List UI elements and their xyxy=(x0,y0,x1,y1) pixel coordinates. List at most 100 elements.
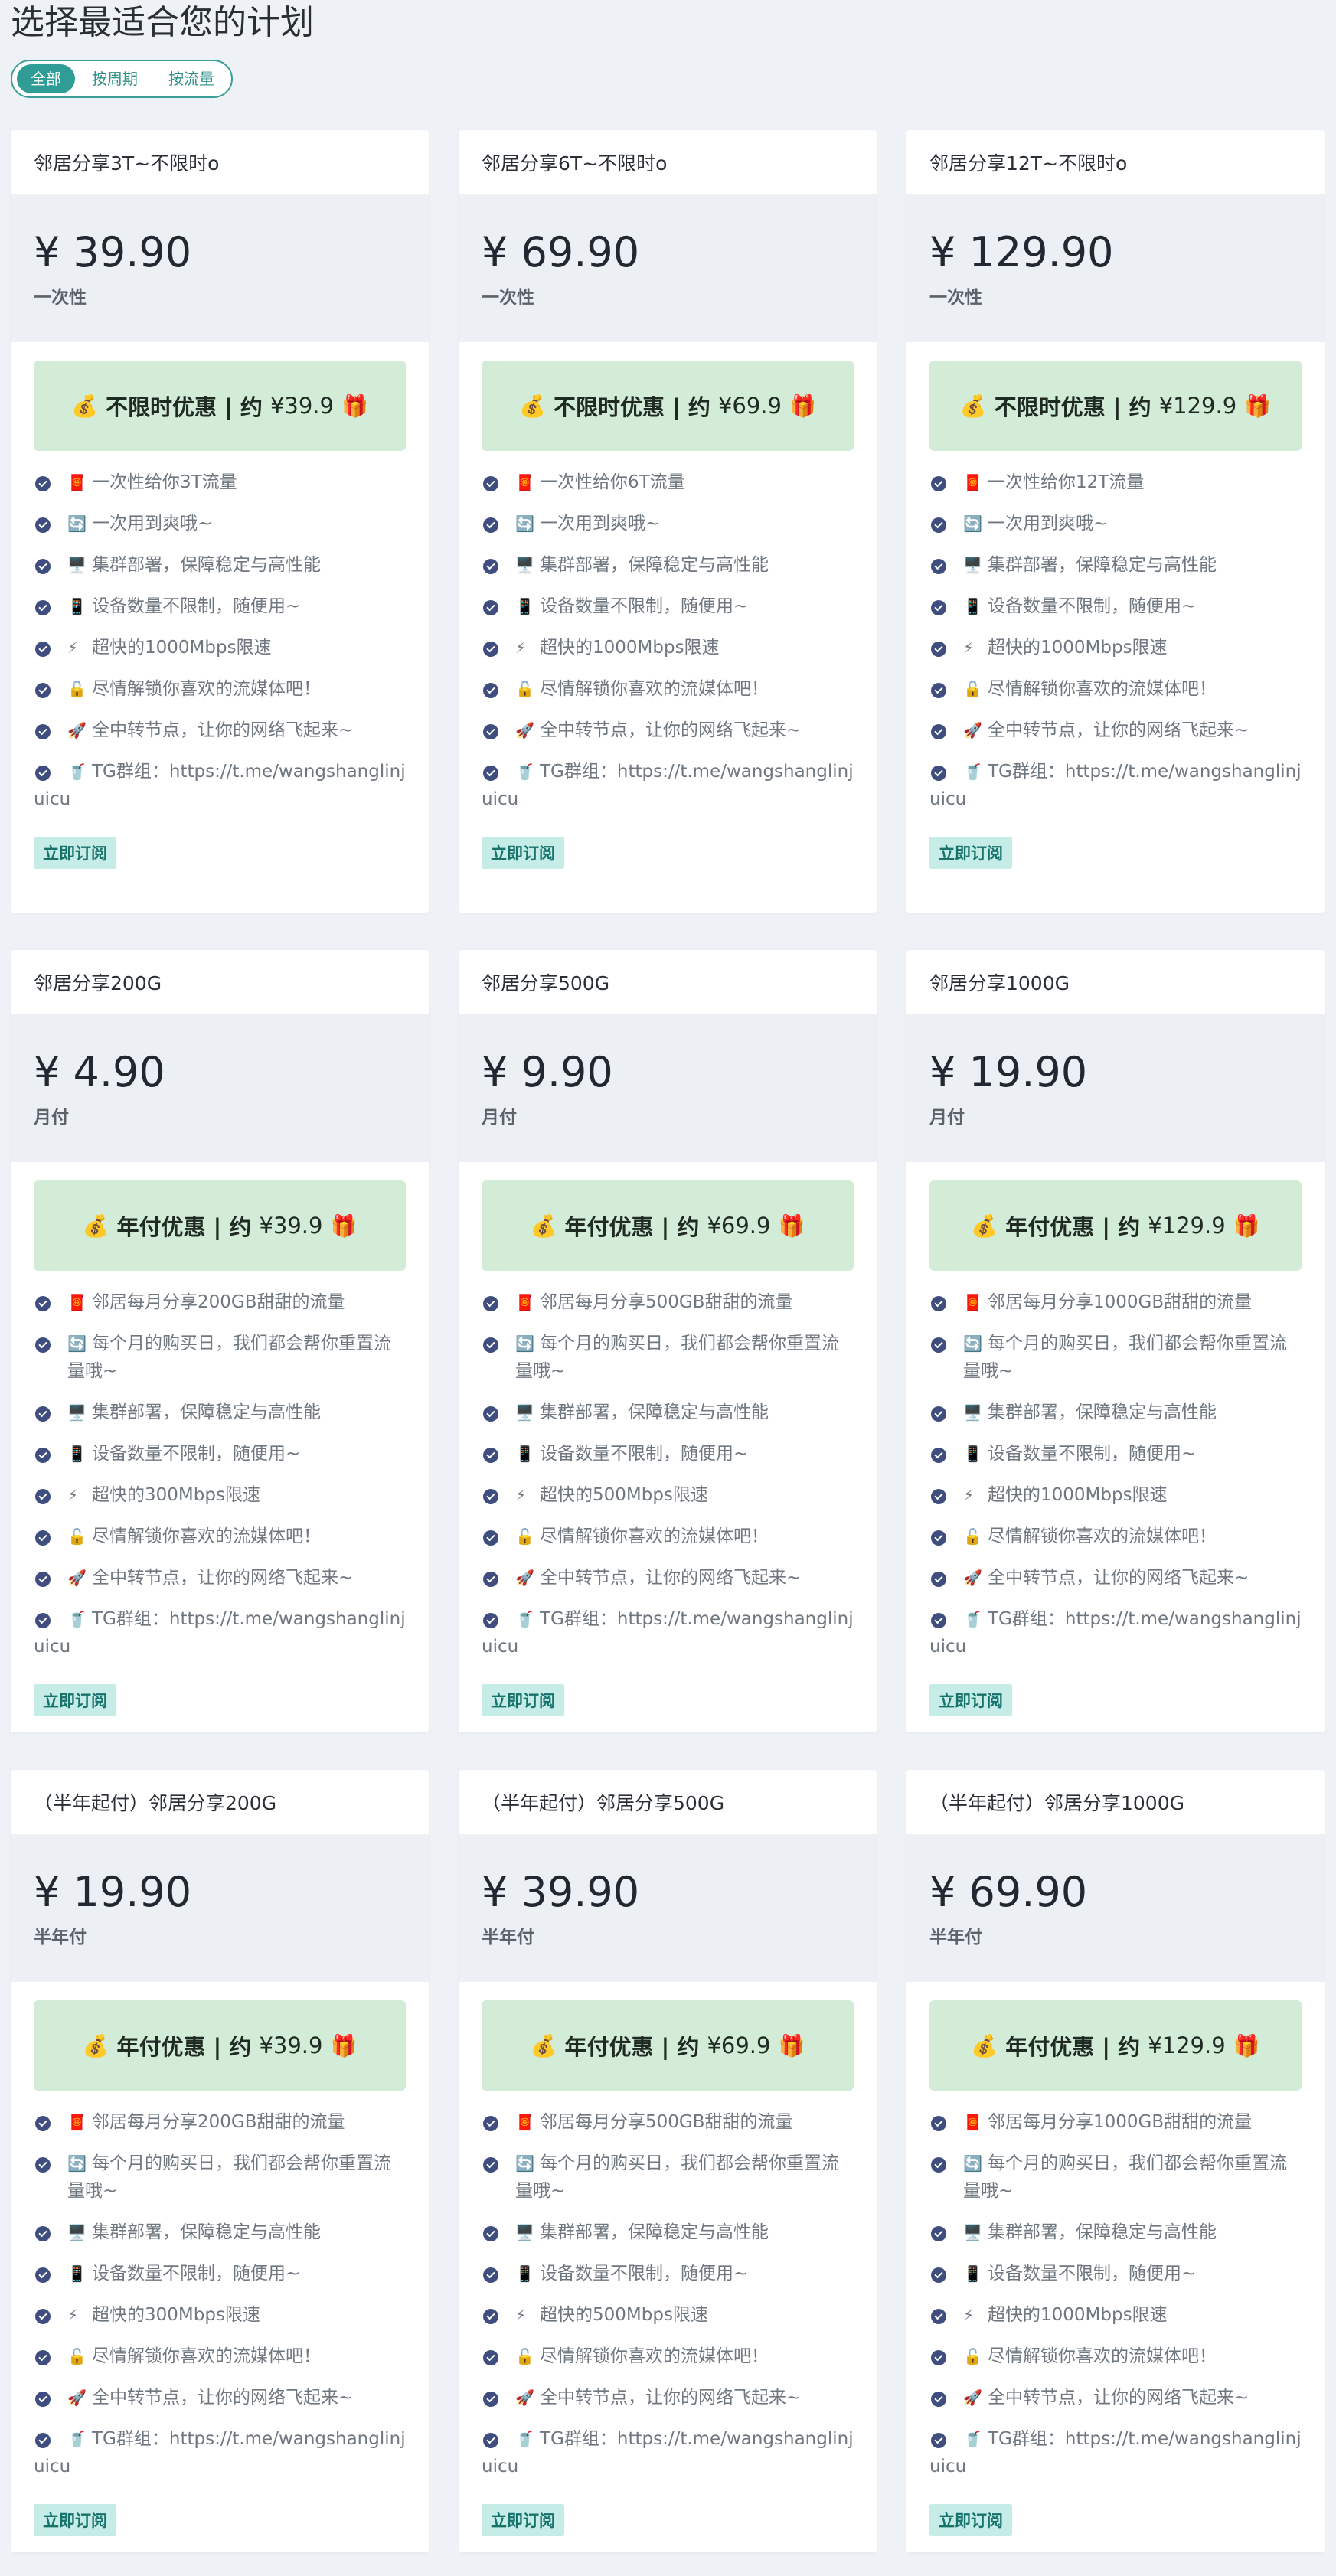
rocket-icon: 🚀 xyxy=(515,1569,534,1587)
check-circle-icon xyxy=(35,476,51,491)
feature-item: 📱 设备数量不限制，随便用~ xyxy=(929,2253,1302,2294)
refresh-icon: 🔄 xyxy=(515,1334,534,1353)
feature-item: ⚡ 超快的1000Mbps限速 xyxy=(929,627,1302,668)
red-envelope-icon: 🧧 xyxy=(963,2113,982,2131)
feature-item: 📱 设备数量不限制，随便用~ xyxy=(929,1433,1302,1474)
feature-item: 🔄 每个月的购买日，我们都会帮你重置流量哦~ xyxy=(482,1323,854,1392)
price-block: ¥ 19.90 月付 xyxy=(906,1015,1325,1162)
check-circle-icon xyxy=(35,2350,51,2365)
plan-body: 💰 年付优惠 | 约 ¥129.9 🎁 🧧 邻居每月分享1000GB甜甜的流量 🔄… xyxy=(906,1162,1325,1716)
check-circle-icon xyxy=(35,1489,51,1504)
plan-period: 月付 xyxy=(34,1108,69,1128)
check-circle-icon xyxy=(483,517,498,533)
feature-text: 集群部署，保障稳定与高性能 xyxy=(92,1402,321,1422)
filter-toggle-group: 全部 按周期 按流量 xyxy=(11,60,233,98)
feature-text: 一次用到爽哦~ xyxy=(540,514,661,534)
promo-amount: ¥39.9 xyxy=(259,2032,323,2059)
check-circle-icon xyxy=(35,2157,51,2173)
plan-body: 💰 不限时优惠 | 约 ¥129.9 🎁 🧧 一次性给你12T流量 🔄 一次用到爽哦… xyxy=(906,342,1325,869)
filter-all[interactable]: 全部 xyxy=(17,64,75,93)
plan-period: 一次性 xyxy=(482,288,534,308)
feature-text: 每个月的购买日，我们都会帮你重置流量哦~ xyxy=(963,1334,1287,1381)
subscribe-button[interactable]: 立即订阅 xyxy=(34,837,116,869)
promo-banner: 💰 年付优惠 | 约 ¥69.9 🎁 xyxy=(482,1180,854,1271)
gift-icon: 🎁 xyxy=(341,393,368,419)
subscribe-button[interactable]: 立即订阅 xyxy=(482,2504,564,2536)
filter-by-traffic[interactable]: 按流量 xyxy=(155,64,228,93)
feature-item: 🔓 尽情解锁你喜欢的流媒体吧！ xyxy=(482,668,854,710)
plan-price: ¥ 19.90 xyxy=(34,1868,192,1916)
check-circle-icon xyxy=(483,2309,498,2324)
check-circle-icon xyxy=(35,1337,51,1353)
drink-icon: 🥤 xyxy=(515,762,534,781)
check-circle-icon xyxy=(483,2433,498,2448)
feature-text: 设备数量不限制，随便用~ xyxy=(988,596,1197,616)
check-circle-icon xyxy=(483,642,498,657)
feature-item: 🚀 全中转节点，让你的网络飞起来~ xyxy=(929,1557,1302,1598)
feature-list: 🧧 一次性给你6T流量 🔄 一次用到爽哦~ 🖥️ 集群部署，保障稳定与高性能 📱 设备数… xyxy=(482,462,854,820)
promo-banner: 💰 不限时优惠 | 约 ¥39.9 🎁 xyxy=(34,361,406,451)
check-circle-icon xyxy=(483,2267,498,2283)
plan-price: ¥ 39.90 xyxy=(34,228,192,276)
subscribe-button[interactable]: 立即订阅 xyxy=(482,1684,564,1716)
filter-by-period[interactable]: 按周期 xyxy=(78,64,152,93)
money-bag-icon: 💰 xyxy=(971,2032,998,2059)
subscribe-button[interactable]: 立即订阅 xyxy=(34,2504,116,2536)
feature-item: 🔄 一次用到爽哦~ xyxy=(34,503,406,544)
feature-item: ⚡ 超快的300Mbps限速 xyxy=(34,2294,406,2336)
money-bag-icon: 💰 xyxy=(530,2032,557,2059)
plan-name: 邻居分享3T~不限时o xyxy=(11,130,429,195)
feature-text: 每个月的购买日，我们都会帮你重置流量哦~ xyxy=(67,2153,391,2201)
feature-item: 🔓 尽情解锁你喜欢的流媒体吧！ xyxy=(34,2336,406,2377)
plan-card: （半年起付）邻居分享500G ¥ 39.90 半年付 💰 年付优惠 | 约 ¥6… xyxy=(459,1770,877,2552)
plan-name: 邻居分享200G xyxy=(11,950,429,1015)
check-circle-icon xyxy=(483,683,498,698)
check-circle-icon xyxy=(483,2392,498,2407)
feature-list: 🧧 邻居每月分享500GB甜甜的流量 🔄 每个月的购买日，我们都会帮你重置流量哦~ … xyxy=(482,1281,854,1667)
promo-banner: 💰 不限时优惠 | 约 ¥129.9 🎁 xyxy=(929,361,1302,451)
subscribe-button[interactable]: 立即订阅 xyxy=(929,837,1012,869)
gift-icon: 🎁 xyxy=(778,1213,805,1239)
feature-item: 📱 设备数量不限制，随便用~ xyxy=(34,1433,406,1474)
check-circle-icon xyxy=(931,559,946,574)
feature-text: 每个月的购买日，我们都会帮你重置流量哦~ xyxy=(515,1334,839,1381)
rocket-icon: 🚀 xyxy=(963,2388,982,2407)
feature-item: 📱 设备数量不限制，随便用~ xyxy=(482,2253,854,2294)
check-circle-icon xyxy=(931,1406,946,1422)
check-circle-icon xyxy=(931,476,946,491)
feature-text: 超快的1000Mbps限速 xyxy=(540,638,720,658)
feature-text: 全中转节点，让你的网络飞起来~ xyxy=(540,2388,802,2408)
feature-item: 📱 设备数量不限制，随便用~ xyxy=(482,586,854,627)
feature-text: 全中转节点，让你的网络飞起来~ xyxy=(92,720,354,740)
promo-amount: ¥129.9 xyxy=(1158,393,1237,419)
plan-body: 💰 不限时优惠 | 约 ¥69.9 🎁 🧧 一次性给你6T流量 🔄 一次用到爽哦~ … xyxy=(459,342,877,869)
lightning-icon: ⚡ xyxy=(963,2306,975,2324)
subscribe-button[interactable]: 立即订阅 xyxy=(929,2504,1012,2536)
server-icon: 🖥️ xyxy=(515,1403,534,1422)
feature-text: 尽情解锁你喜欢的流媒体吧！ xyxy=(988,679,1217,699)
feature-text: 尽情解锁你喜欢的流媒体吧！ xyxy=(92,679,321,699)
subscribe-button[interactable]: 立即订阅 xyxy=(34,1684,116,1716)
money-bag-icon: 💰 xyxy=(71,393,99,419)
phone-icon: 📱 xyxy=(963,597,982,615)
unlock-icon: 🔓 xyxy=(963,680,982,698)
plan-card: 邻居分享1000G ¥ 19.90 月付 💰 年付优惠 | 约 ¥129.9 🎁… xyxy=(906,950,1325,1732)
subscribe-button[interactable]: 立即订阅 xyxy=(482,837,564,869)
drink-icon: 🥤 xyxy=(515,1610,534,1628)
pricing-page: 选择最适合您的计划 全部 按周期 按流量 邻居分享3T~不限时o ¥ 39.90… xyxy=(0,0,1336,2576)
check-circle-icon xyxy=(35,1613,51,1628)
feature-item: 🧧 一次性给你3T流量 xyxy=(34,462,406,503)
plan-name: 邻居分享6T~不限时o xyxy=(459,130,877,195)
refresh-icon: 🔄 xyxy=(515,2154,534,2173)
check-circle-icon xyxy=(483,2350,498,2365)
phone-icon: 📱 xyxy=(963,2264,982,2283)
feature-text: 集群部署，保障稳定与高性能 xyxy=(540,2222,769,2242)
check-circle-icon xyxy=(931,517,946,533)
check-circle-icon xyxy=(35,1296,51,1311)
check-circle-icon xyxy=(483,724,498,739)
price-block: ¥ 69.90 半年付 xyxy=(906,1835,1325,1982)
check-circle-icon xyxy=(931,642,946,657)
feature-item: 🥤 TG群组：https://t.me/wangshanglinjuicu xyxy=(482,2418,854,2487)
money-bag-icon: 💰 xyxy=(530,1213,557,1239)
subscribe-button[interactable]: 立即订阅 xyxy=(929,1684,1012,1716)
